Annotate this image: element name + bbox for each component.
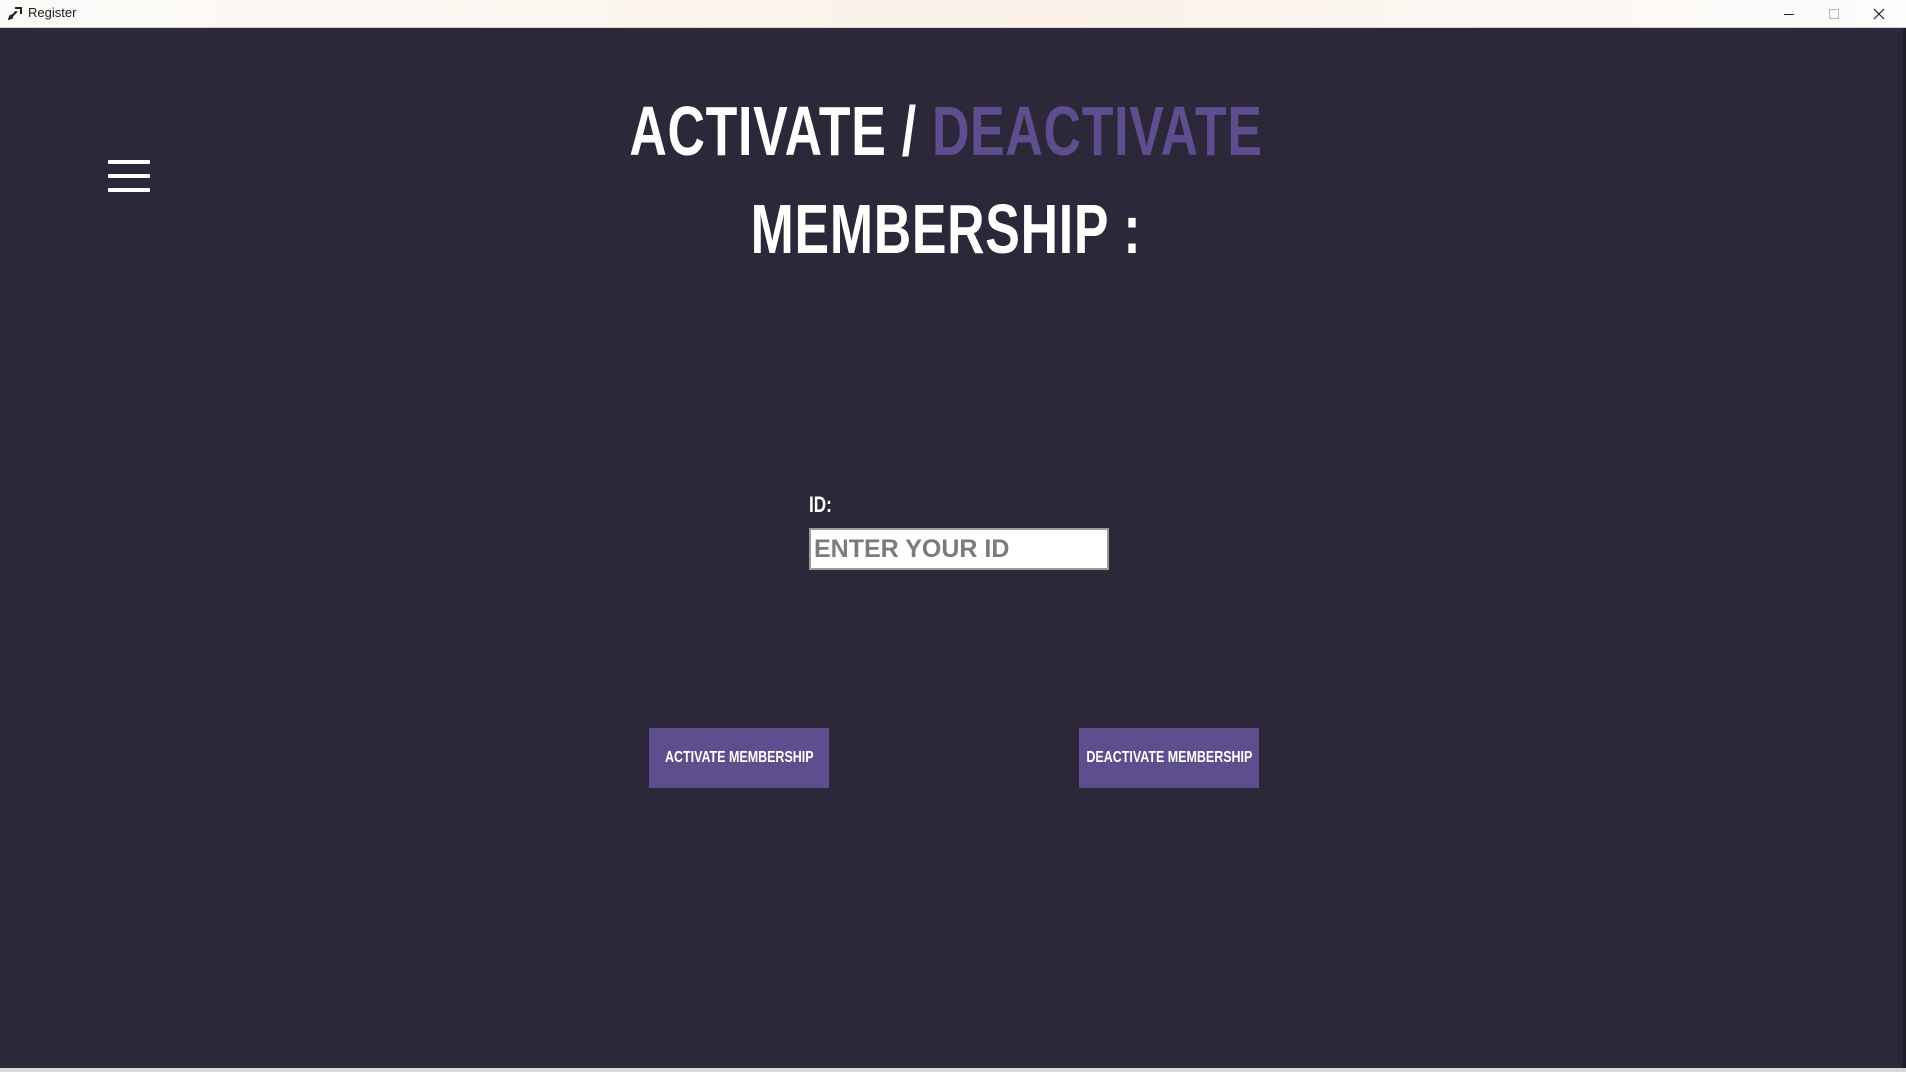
close-icon xyxy=(1873,8,1885,20)
app-icon xyxy=(7,7,22,21)
app-window: Register ACTIVATE / DEACTIVATE MEMBERSHI… xyxy=(0,0,1906,1072)
minimize-button[interactable] xyxy=(1767,0,1811,28)
activate-membership-button[interactable]: ACTIVATE MEMBERSHIP xyxy=(649,728,829,788)
close-button[interactable] xyxy=(1857,0,1901,28)
id-input[interactable] xyxy=(809,528,1109,570)
id-label: ID: xyxy=(809,492,832,517)
maximize-icon xyxy=(1829,9,1839,19)
title-activate: ACTIVATE / xyxy=(629,92,932,170)
window-title: Register xyxy=(28,5,77,20)
title-bar[interactable]: Register xyxy=(0,0,1906,28)
activate-membership-label: ACTIVATE MEMBERSHIP xyxy=(664,749,814,766)
maximize-button[interactable] xyxy=(1812,0,1856,28)
title-line-1: ACTIVATE / DEACTIVATE xyxy=(246,82,1646,180)
page-title: ACTIVATE / DEACTIVATE MEMBERSHIP : xyxy=(0,82,1892,278)
title-deactivate: DEACTIVATE xyxy=(931,92,1263,170)
window-border-bottom xyxy=(0,1068,1906,1072)
deactivate-membership-label: DEACTIVATE MEMBERSHIP xyxy=(1086,749,1252,766)
minimize-icon xyxy=(1784,14,1794,15)
deactivate-membership-button[interactable]: DEACTIVATE MEMBERSHIP xyxy=(1079,728,1259,788)
title-line-2: MEMBERSHIP : xyxy=(750,190,1142,268)
